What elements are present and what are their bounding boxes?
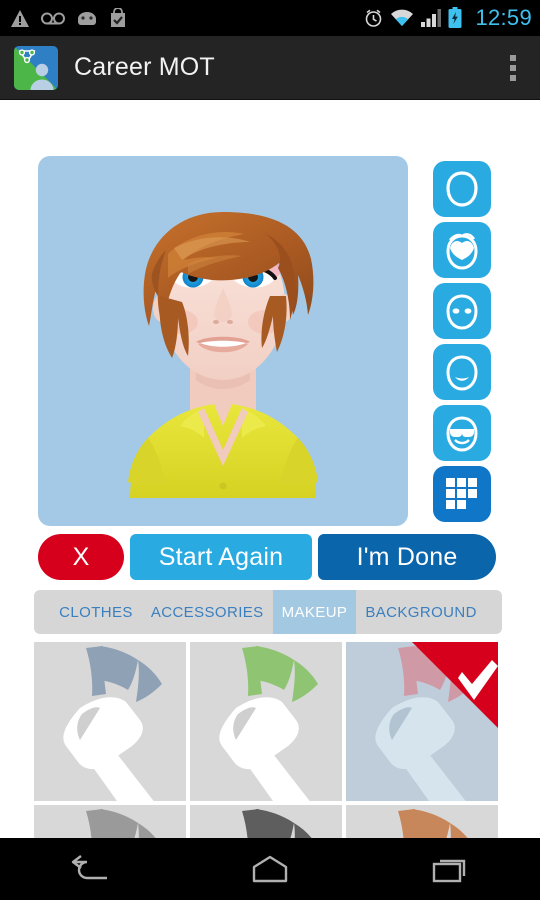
makeup-thumbnail-grid	[34, 642, 502, 838]
makeup-brush-green[interactable]	[190, 642, 342, 801]
brush-thumbnail-icon	[86, 809, 156, 838]
avatar-illustration	[128, 212, 318, 498]
feature-tool-column	[433, 161, 491, 522]
nav-recents-button[interactable]	[405, 838, 495, 900]
tab-clothes[interactable]: CLOTHES	[50, 590, 142, 634]
recents-icon	[432, 859, 466, 883]
avatar-preview[interactable]	[38, 156, 408, 526]
overflow-dot	[510, 54, 516, 61]
person-silhouette-icon	[30, 63, 54, 90]
home-icon	[252, 855, 288, 883]
status-bar-clock: 12:59	[475, 5, 532, 30]
hair-icon	[446, 233, 478, 270]
avatar-editor-row	[0, 156, 540, 526]
nav-back-button[interactable]	[45, 838, 135, 900]
glasses-icon	[446, 416, 478, 452]
face-outline-icon	[446, 171, 478, 207]
eyes-icon	[446, 294, 478, 330]
makeup-brush-grey[interactable]	[34, 805, 186, 838]
nav-home-button[interactable]	[225, 838, 315, 900]
app-screen: 12:59 Career MOT X Start Again I'm Done …	[0, 0, 540, 900]
alarm-icon	[366, 9, 382, 27]
mouth-tool[interactable]	[433, 344, 491, 400]
tab-background[interactable]: BACKGROUND	[356, 590, 486, 634]
action-button-row: X Start Again I'm Done	[38, 534, 496, 580]
back-icon	[71, 855, 107, 880]
category-tab-bar: CLOTHES ACCESSORIES MAKEUP BACKGROUND	[34, 590, 502, 634]
eyes-tool[interactable]	[433, 283, 491, 339]
hair-tool[interactable]	[433, 222, 491, 278]
career-mot-app-icon[interactable]	[14, 45, 58, 90]
tab-accessories[interactable]: ACCESSORIES	[142, 590, 273, 634]
status-bar-left-icons	[10, 8, 127, 28]
makeup-brush-tan[interactable]	[346, 805, 498, 838]
brush-thumbnail-icon	[219, 646, 318, 801]
overflow-dot	[510, 74, 516, 81]
makeup-brush-dark-grey[interactable]	[190, 805, 342, 838]
grid-icon	[446, 478, 477, 509]
face-shape-tool[interactable]	[433, 161, 491, 217]
overflow-menu-icon[interactable]	[500, 48, 526, 88]
action-bar: Career MOT	[0, 36, 540, 100]
main-content: X Start Again I'm Done CLOTHES ACCESSORI…	[0, 100, 540, 838]
shopping-bag-check-icon	[111, 8, 125, 27]
android-debug-icon	[78, 12, 96, 25]
mouth-smile-icon	[446, 355, 478, 391]
overflow-dot	[510, 64, 516, 71]
brush-thumbnail-icon	[398, 809, 468, 838]
page-title: Career MOT	[74, 53, 215, 81]
cellular-signal-icon	[421, 9, 442, 27]
close-button[interactable]: X	[38, 534, 124, 580]
makeup-brush-pink[interactable]	[346, 642, 498, 801]
start-again-button[interactable]: Start Again	[130, 534, 312, 580]
tab-makeup[interactable]: MAKEUP	[272, 590, 357, 634]
battery-charging-icon	[448, 7, 462, 28]
glasses-tool[interactable]	[433, 405, 491, 461]
status-bar-right-icons: 12:59	[364, 5, 532, 31]
status-bar: 12:59	[0, 0, 540, 36]
brush-thumbnail-icon	[63, 646, 162, 801]
im-done-button[interactable]: I'm Done	[318, 534, 496, 580]
brush-thumbnail-icon	[375, 646, 474, 801]
warning-triangle-icon	[11, 9, 29, 27]
brush-thumbnail-icon	[242, 809, 312, 838]
voicemail-icon	[41, 12, 65, 24]
makeup-brush-blue-grey[interactable]	[34, 642, 186, 801]
items-grid-tool[interactable]	[433, 466, 491, 522]
wifi-icon	[391, 9, 414, 26]
android-navigation-bar	[0, 838, 540, 900]
